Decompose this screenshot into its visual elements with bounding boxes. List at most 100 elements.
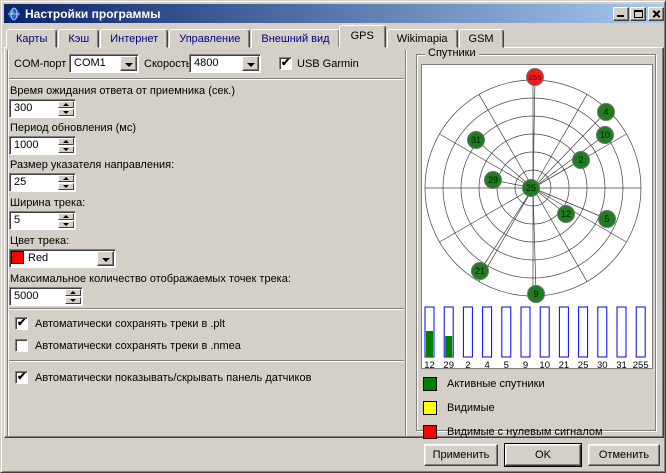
svg-text:10: 10 bbox=[539, 360, 550, 368]
satellite-chart-svg: 2554103122925125219122924591021253031255 bbox=[422, 65, 652, 368]
satellites-group: Спутники 2554103122925125219122924591021… bbox=[416, 54, 656, 431]
svg-text:29: 29 bbox=[443, 360, 454, 368]
timeout-spinner[interactable]: 300 bbox=[9, 99, 76, 118]
titlebar[interactable]: Настройки программы bbox=[4, 4, 664, 23]
legend-zero-label: Видимые с нулевым сигналом bbox=[447, 426, 603, 438]
tab-wikimapia[interactable]: Wikimapia bbox=[387, 29, 458, 48]
track-color-swatch bbox=[11, 251, 24, 264]
save-plt-checkbox[interactable] bbox=[15, 317, 28, 330]
speed-value: 4800 bbox=[190, 55, 242, 72]
svg-text:4: 4 bbox=[484, 360, 489, 368]
svg-text:4: 4 bbox=[603, 107, 608, 117]
svg-text:25: 25 bbox=[526, 183, 536, 193]
tab-cache[interactable]: Кэш bbox=[58, 29, 99, 48]
max-points-label: Максимальное количество отображаемых точ… bbox=[10, 273, 291, 285]
refresh-period-spinner[interactable]: 1000 bbox=[9, 136, 76, 155]
svg-text:12: 12 bbox=[561, 209, 571, 219]
svg-text:31: 31 bbox=[616, 360, 627, 368]
speed-select[interactable]: 4800 bbox=[189, 54, 261, 73]
maximize-button[interactable] bbox=[630, 7, 646, 21]
com-port-label: COM-порт bbox=[14, 58, 66, 70]
refresh-period-value: 1000 bbox=[10, 137, 58, 154]
com-port-select[interactable]: COM1 bbox=[69, 54, 139, 73]
svg-text:255: 255 bbox=[633, 360, 649, 368]
svg-text:29: 29 bbox=[488, 175, 498, 185]
close-button[interactable] bbox=[648, 7, 664, 21]
minimize-button[interactable] bbox=[613, 7, 629, 21]
svg-text:21: 21 bbox=[559, 360, 570, 368]
spin-down-icon[interactable] bbox=[65, 297, 81, 304]
svg-text:2: 2 bbox=[465, 360, 470, 368]
spin-up-icon[interactable] bbox=[58, 101, 74, 108]
separator bbox=[9, 360, 404, 362]
com-port-value: COM1 bbox=[70, 55, 120, 72]
settings-window: Настройки программы Карты Кэш Интернет У… bbox=[0, 0, 666, 473]
refresh-period-label: Период обновления (мс) bbox=[10, 122, 136, 134]
track-width-value: 5 bbox=[10, 212, 58, 229]
tab-control[interactable]: Управление bbox=[169, 29, 250, 48]
track-width-label: Ширина трека: bbox=[10, 197, 85, 209]
tab-maps[interactable]: Карты bbox=[6, 29, 57, 48]
satellite-sky-plot: 2554103122925125219122924591021253031255 bbox=[421, 64, 653, 369]
tab-gsm[interactable]: GSM bbox=[459, 29, 504, 48]
com-port-dropdown-icon[interactable] bbox=[120, 56, 137, 71]
tab-appearance[interactable]: Внешний вид bbox=[251, 29, 339, 48]
tab-internet[interactable]: Интернет bbox=[100, 29, 168, 48]
spin-down-icon[interactable] bbox=[58, 146, 74, 153]
svg-text:5: 5 bbox=[604, 214, 609, 224]
legend-zero-swatch bbox=[423, 425, 437, 439]
track-color-select[interactable]: Red bbox=[9, 249, 116, 268]
track-width-spinner[interactable]: 5 bbox=[9, 211, 76, 230]
svg-text:2: 2 bbox=[578, 155, 583, 165]
pointer-size-spinner[interactable]: 25 bbox=[9, 173, 76, 192]
spin-up-icon[interactable] bbox=[58, 138, 74, 145]
spin-up-icon[interactable] bbox=[58, 213, 74, 220]
pointer-size-label: Размер указателя направления: bbox=[10, 159, 174, 171]
max-points-value: 5000 bbox=[10, 288, 65, 305]
apply-button[interactable]: Применить bbox=[424, 444, 498, 466]
max-points-spinner[interactable]: 5000 bbox=[9, 287, 83, 306]
spin-up-icon[interactable] bbox=[65, 289, 81, 296]
separator bbox=[9, 78, 404, 80]
speed-label: Скорость bbox=[144, 58, 192, 70]
track-color-dropdown-icon[interactable] bbox=[97, 251, 114, 266]
svg-text:5: 5 bbox=[504, 360, 509, 368]
spin-down-icon[interactable] bbox=[58, 221, 74, 228]
ok-button[interactable]: OK bbox=[505, 444, 581, 466]
svg-text:9: 9 bbox=[523, 360, 528, 368]
tab-gps[interactable]: GPS bbox=[339, 25, 386, 48]
save-nmea-label[interactable]: Автоматически сохранять треки в .nmea bbox=[35, 340, 241, 352]
timeout-value: 300 bbox=[10, 100, 58, 117]
track-color-label: Цвет трека: bbox=[10, 235, 69, 247]
maximize-icon bbox=[634, 10, 643, 18]
svg-text:31: 31 bbox=[471, 135, 481, 145]
svg-text:12: 12 bbox=[424, 360, 435, 368]
panel-right-edge bbox=[405, 50, 407, 436]
spin-down-icon[interactable] bbox=[58, 109, 74, 116]
window-title: Настройки программы bbox=[25, 7, 161, 21]
usb-garmin-checkbox[interactable] bbox=[279, 57, 292, 70]
svg-text:25: 25 bbox=[578, 360, 589, 368]
satellites-group-title: Спутники bbox=[425, 47, 479, 59]
legend-active-label: Активные спутники bbox=[447, 378, 545, 390]
spin-up-icon[interactable] bbox=[58, 175, 74, 182]
tab-bar: Карты Кэш Интернет Управление Внешний ви… bbox=[6, 25, 505, 48]
save-nmea-checkbox[interactable] bbox=[15, 339, 28, 352]
svg-text:21: 21 bbox=[475, 266, 485, 276]
save-plt-label[interactable]: Автоматически сохранять треки в .plt bbox=[35, 318, 225, 330]
svg-text:9: 9 bbox=[533, 289, 538, 299]
minimize-icon bbox=[617, 15, 624, 17]
svg-text:255: 255 bbox=[529, 73, 542, 82]
sensors-panel-label[interactable]: Автоматически показывать/скрывать панель… bbox=[35, 372, 311, 384]
track-color-value: Red bbox=[28, 250, 97, 267]
spin-down-icon[interactable] bbox=[58, 183, 74, 190]
timeout-label: Время ожидания ответа от приемника (сек.… bbox=[10, 85, 235, 97]
sensors-panel-checkbox[interactable] bbox=[15, 371, 28, 384]
app-icon bbox=[7, 7, 21, 21]
usb-garmin-label[interactable]: USB Garmin bbox=[297, 58, 359, 70]
speed-dropdown-icon[interactable] bbox=[242, 56, 259, 71]
separator bbox=[9, 308, 404, 310]
legend-visible-label: Видимые bbox=[447, 402, 495, 414]
cancel-button[interactable]: Отменить bbox=[588, 444, 660, 466]
svg-text:10: 10 bbox=[600, 130, 610, 140]
